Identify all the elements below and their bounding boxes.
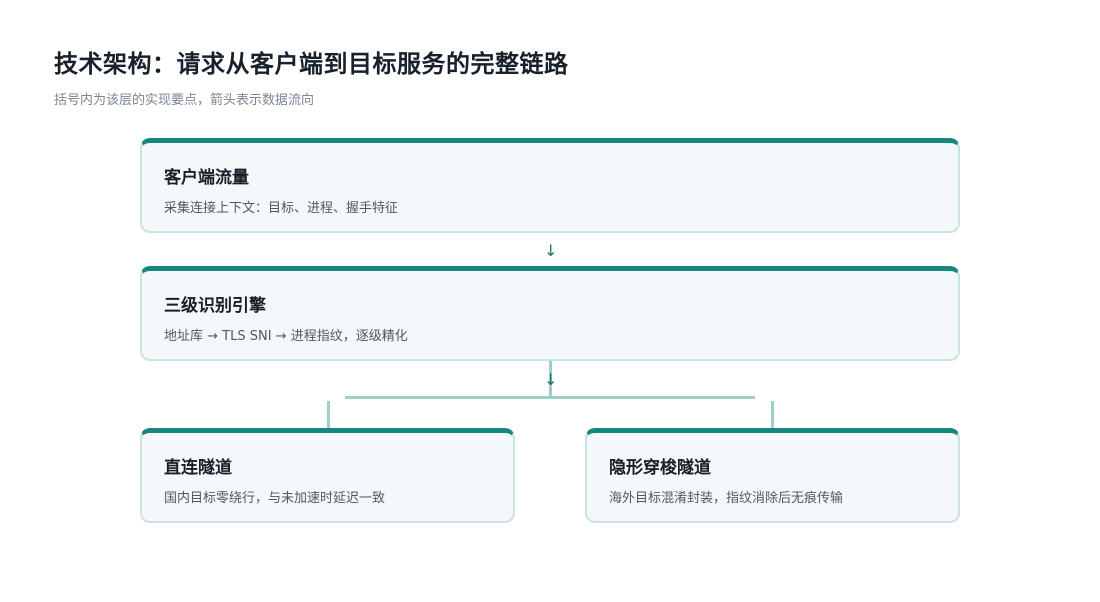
stealth-tunnel-title: 隐形穿梭隧道: [609, 458, 711, 478]
page-subtitle: 括号内为该层的实现要点，箭头表示数据流向: [54, 93, 315, 108]
down-arrow-icon: ↓: [544, 241, 558, 260]
stealth-tunnel-desc: 海外目标混淆封装，指纹消除后无痕传输: [609, 491, 844, 506]
recognition-engine-node: 三级识别引擎 地址库 → TLS SNI → 进程指纹，逐级精化: [140, 266, 960, 361]
down-arrow-icon: ↓: [544, 370, 558, 389]
client-traffic-node: 客户端流量 采集连接上下文：目标、进程、握手特征: [140, 138, 960, 233]
stealth-tunnel-node: 隐形穿梭隧道 海外目标混淆封装，指纹消除后无痕传输: [585, 428, 960, 523]
direct-tunnel-title: 直连隧道: [164, 458, 232, 478]
connector-left-drop: [327, 401, 330, 428]
page-title: 技术架构：请求从客户端到目标服务的完整链路: [54, 50, 569, 78]
recognition-engine-title: 三级识别引擎: [164, 296, 266, 316]
client-traffic-title: 客户端流量: [164, 168, 249, 188]
connector-right-drop: [771, 401, 774, 428]
connector-branch: [345, 396, 755, 399]
direct-tunnel-desc: 国内目标零绕行，与未加速时延迟一致: [164, 491, 386, 506]
recognition-engine-desc: 地址库 → TLS SNI → 进程指纹，逐级精化: [164, 329, 408, 344]
direct-tunnel-node: 直连隧道 国内目标零绕行，与未加速时延迟一致: [140, 428, 515, 523]
client-traffic-desc: 采集连接上下文：目标、进程、握手特征: [164, 201, 399, 216]
